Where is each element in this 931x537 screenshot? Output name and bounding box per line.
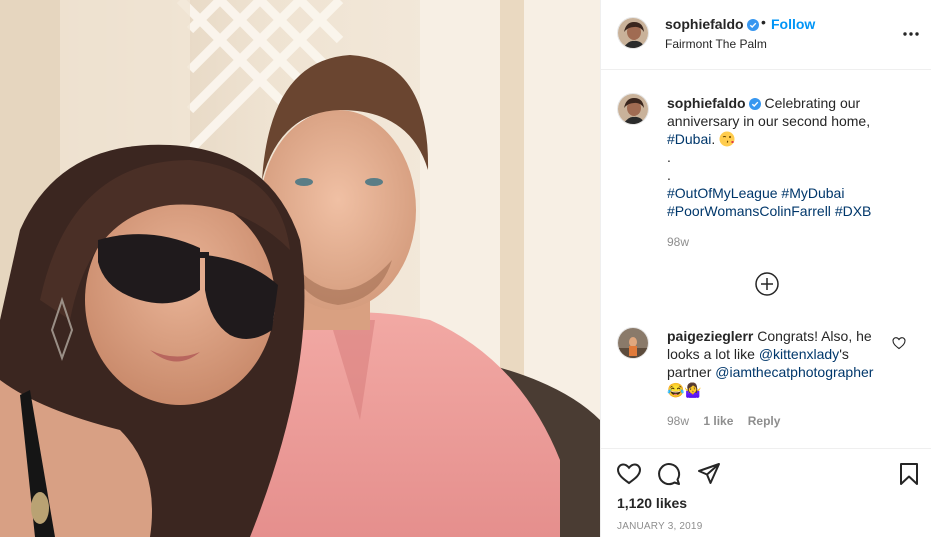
author-username[interactable]: sophiefaldo bbox=[665, 16, 759, 32]
author-username-text[interactable]: sophiefaldo bbox=[665, 16, 744, 32]
caption: sophiefaldo Celebrating our anniversary … bbox=[667, 94, 917, 220]
comment-mention[interactable]: @iamthecatphotographer bbox=[715, 364, 873, 380]
follow-button[interactable]: Follow bbox=[771, 16, 815, 32]
comment-mention[interactable]: @kittenxlady bbox=[759, 346, 839, 362]
share-icon[interactable] bbox=[696, 461, 722, 487]
comment-like-heart-icon[interactable] bbox=[892, 336, 906, 350]
comment: paigezieglerr Congrats! Also, he looks a… bbox=[667, 327, 887, 399]
verified-badge-icon bbox=[748, 98, 761, 110]
caption-avatar[interactable] bbox=[617, 93, 649, 125]
bookmark-icon[interactable] bbox=[896, 461, 922, 487]
post-header: sophiefaldo • Follow Fairmont The Palm bbox=[601, 0, 931, 70]
comment-username[interactable]: paigezieglerr bbox=[667, 328, 753, 344]
caption-period: . bbox=[711, 131, 716, 147]
verified-badge-icon bbox=[746, 19, 759, 31]
hashtag[interactable]: #DXB bbox=[835, 203, 872, 219]
comment-emojis: 😂🤷‍♀️ bbox=[667, 382, 702, 398]
hashtag[interactable]: #MyDubai bbox=[781, 185, 844, 201]
author-avatar[interactable] bbox=[617, 17, 649, 49]
comment-age[interactable]: 98w bbox=[667, 414, 689, 428]
comment-meta: 98w 1 like Reply bbox=[667, 414, 791, 428]
hashtag-dubai[interactable]: #Dubai bbox=[667, 131, 711, 147]
likes-count[interactable]: 1,120 likes bbox=[617, 495, 687, 511]
post-actions: 1,120 likes JANUARY 3, 2019 bbox=[601, 448, 931, 537]
heart-icon[interactable] bbox=[616, 461, 642, 487]
post-location[interactable]: Fairmont The Palm bbox=[665, 37, 767, 51]
post-date[interactable]: JANUARY 3, 2019 bbox=[617, 521, 702, 532]
hashtag[interactable]: #OutOfMyLeague bbox=[667, 185, 778, 201]
comment-icon[interactable] bbox=[656, 461, 682, 487]
caption-dot: . bbox=[667, 149, 671, 165]
post-side-panel: sophiefaldo • Follow Fairmont The Palm s… bbox=[600, 0, 931, 537]
commenter-avatar[interactable] bbox=[617, 327, 649, 359]
comments-section: sophiefaldo Celebrating our anniversary … bbox=[601, 71, 931, 447]
load-more-comments-icon[interactable] bbox=[754, 271, 780, 297]
kiss-emoji-icon bbox=[719, 131, 735, 147]
photo-illustration bbox=[0, 0, 600, 537]
caption-username[interactable]: sophiefaldo bbox=[667, 95, 746, 111]
caption-dot: . bbox=[667, 167, 671, 183]
comment-likes[interactable]: 1 like bbox=[703, 414, 733, 428]
header-separator: • bbox=[761, 14, 766, 30]
post-photo[interactable] bbox=[0, 0, 600, 537]
hashtag[interactable]: #PoorWomansColinFarrell bbox=[667, 203, 831, 219]
more-options-icon[interactable] bbox=[901, 24, 921, 44]
reply-button[interactable]: Reply bbox=[748, 414, 781, 428]
caption-age[interactable]: 98w bbox=[667, 235, 689, 249]
